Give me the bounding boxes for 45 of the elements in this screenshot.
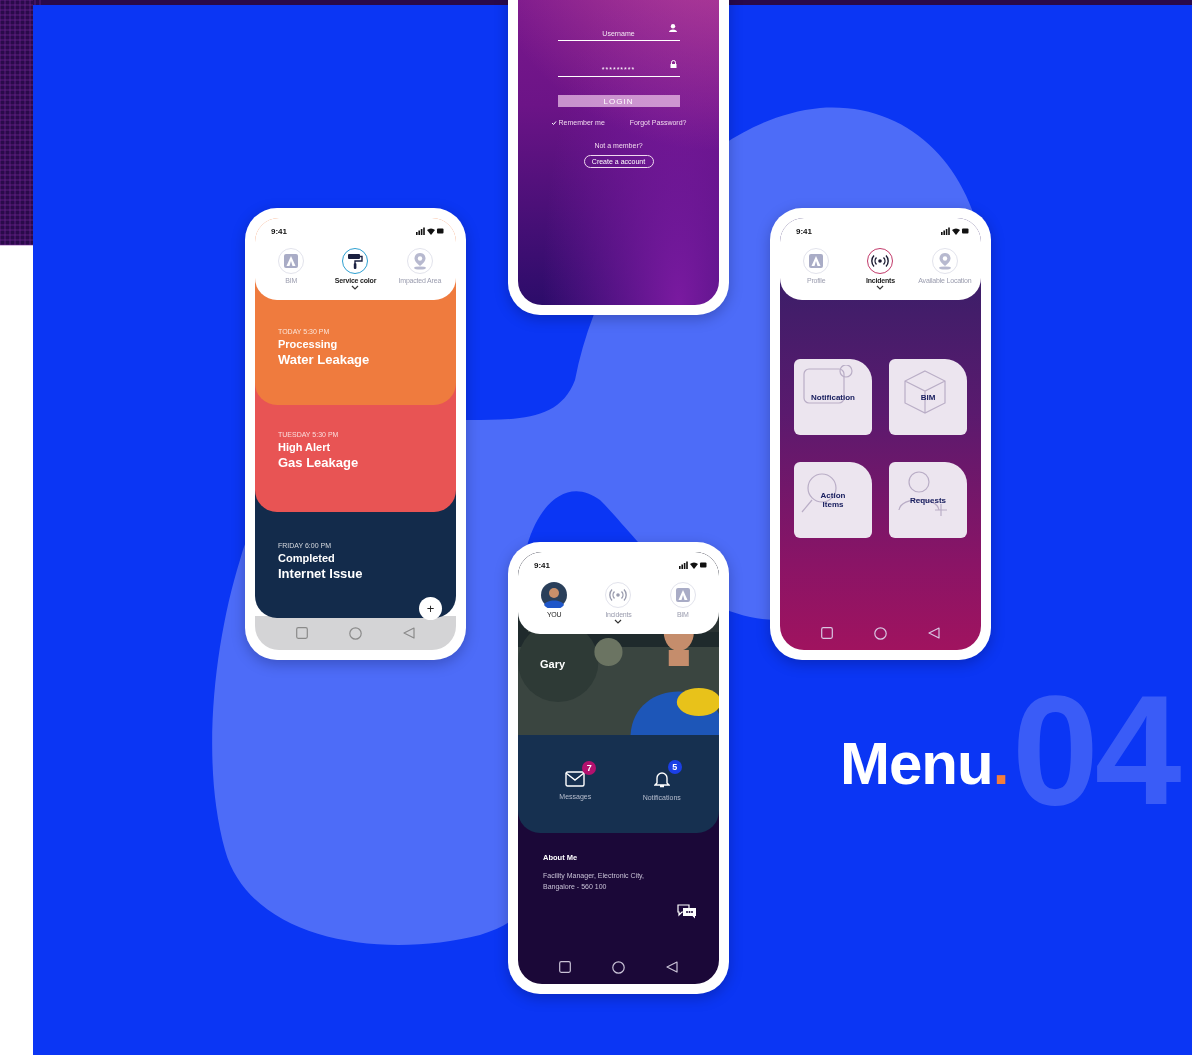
menu-tile[interactable]: Action Items [794,462,872,538]
bell-icon [653,769,670,788]
menu-tile[interactable]: BIM [889,359,967,435]
card-status: Processing [278,338,339,350]
chat-icon[interactable] [677,903,697,919]
paint-roller-icon [346,252,365,270]
status-icons [679,561,707,569]
back-button-icon[interactable] [666,961,679,973]
card-status: High Alert [278,441,332,453]
building-icon [283,253,300,269]
card-title: Water Leakage [278,352,371,367]
checkmark-icon [550,119,557,126]
count-badge: 7 [582,760,597,775]
add-button[interactable]: + [419,597,442,620]
status-time: 9:41 [796,226,812,236]
card-title: Internet Issue [278,566,364,581]
chevron-down-icon [876,285,885,290]
profile-name: Gary [540,658,566,670]
menu-tile[interactable]: Notification [794,359,872,435]
back-button-icon[interactable] [928,627,941,639]
count-badge: 5 [667,759,682,774]
envelope-icon [565,770,586,787]
lock-icon [669,60,677,68]
status-time: 9:41 [271,226,287,236]
user-icon [668,24,677,32]
broadcast-icon [870,254,891,268]
square-button-icon[interactable] [558,961,571,973]
card-status: Completed [278,552,336,564]
building-icon [808,253,825,269]
location-pin-icon [936,252,953,270]
chevron-down-icon [614,619,623,624]
location-pin-icon [411,252,428,270]
square-button-icon[interactable] [820,627,833,639]
status-time: 9:41 [534,560,550,570]
status-icons [941,227,969,235]
card-title: Gas Leakage [278,455,360,470]
section-title: Menu. [840,734,1009,794]
avatar [541,582,568,608]
home-button-icon[interactable] [612,960,625,974]
home-button-icon[interactable] [874,626,887,640]
menu-tile[interactable]: Requests [889,462,967,538]
building-icon [674,587,691,603]
chevron-down-icon [351,285,360,290]
broadcast-icon [608,588,629,602]
status-icons [416,227,444,235]
